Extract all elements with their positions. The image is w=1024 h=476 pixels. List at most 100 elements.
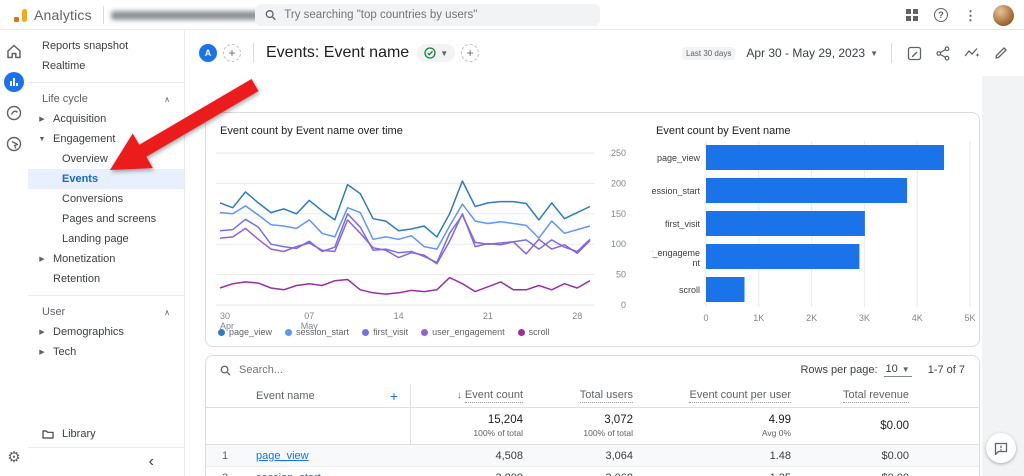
svg-text:session_start: session_start: [652, 186, 700, 196]
sidebar-item-acquisition[interactable]: ▶ Acquisition: [28, 109, 184, 129]
add-comparison-icon[interactable]: +: [223, 44, 241, 62]
sidebar-item-overview[interactable]: Overview: [28, 149, 184, 169]
table-search-row: Rows per page: 10 ▼ 1-7 of 7: [206, 356, 979, 384]
user-avatar[interactable]: [993, 4, 1014, 26]
svg-text:4K: 4K: [912, 313, 923, 323]
sidebar-item-reports-snapshot[interactable]: Reports snapshot: [28, 36, 184, 56]
legend-item[interactable]: first_visit: [362, 327, 408, 337]
table-totals-row: 15,204 100% of total 3,072 100% of total…: [206, 408, 979, 445]
dimension-check-pill[interactable]: ▼: [417, 44, 456, 62]
account-property-selector[interactable]: [110, 10, 261, 20]
expand-arrow-icon[interactable]: ▶: [38, 255, 46, 263]
sidebar-item-realtime[interactable]: Realtime: [28, 56, 184, 76]
explore-icon[interactable]: [3, 102, 25, 124]
report-toolbar: A + Events: Event name ▼ + Last 30 days …: [185, 30, 1024, 76]
svg-text:first_visit: first_visit: [665, 219, 701, 229]
toolbar-right: Last 30 days Apr 30 - May 29, 2023 ▼: [681, 43, 1010, 63]
cell-event-count: 3,809: [495, 472, 523, 476]
collapse-nav-icon[interactable]: ‹: [149, 454, 154, 470]
nav-bottom: Library ‹: [28, 421, 184, 476]
legend-item[interactable]: user_engagement: [421, 327, 505, 337]
rows-per-page-label: Rows per page:: [800, 364, 878, 376]
legend-item[interactable]: session_start: [285, 327, 349, 337]
section-life-cycle[interactable]: Life cycle ∧: [28, 89, 184, 109]
charts-card: Event count by Event name over time 0 50 1…: [205, 112, 980, 347]
brand-name: Analytics: [34, 7, 92, 23]
sidebar-item-monetization[interactable]: ▶ Monetization: [28, 249, 184, 269]
comparison-chip-all-users[interactable]: A: [199, 44, 217, 62]
sidebar-item-pages-and-screens[interactable]: Pages and screens: [28, 209, 184, 229]
check-circle-icon: [424, 47, 436, 59]
reports-icon-active[interactable]: [3, 71, 25, 93]
totals-event-count: 15,204 100% of total: [473, 414, 523, 438]
date-range-picker[interactable]: Apr 30 - May 29, 2023 ▼: [746, 46, 878, 60]
toolbar-divider: [253, 43, 254, 63]
share-icon[interactable]: [934, 44, 952, 62]
column-header-event-name[interactable]: Event name +: [206, 384, 411, 407]
collapse-arrow-icon[interactable]: ▼: [38, 136, 46, 143]
sidebar-item-demographics[interactable]: ▶ Demographics: [28, 322, 184, 342]
sort-desc-icon: ↓: [456, 390, 462, 401]
sidebar-item-retention[interactable]: Retention: [28, 269, 184, 289]
global-search-input[interactable]: [284, 9, 590, 21]
global-search[interactable]: [255, 4, 600, 26]
column-header-total-revenue[interactable]: Total revenue: [842, 389, 909, 403]
feedback-bubble-icon: [994, 442, 1008, 455]
event-name-link[interactable]: session_start: [256, 472, 321, 476]
svg-text:nt: nt: [692, 258, 700, 268]
row-index: 2: [206, 472, 242, 476]
sidebar-item-library[interactable]: Library: [28, 421, 184, 447]
sidebar-item-events[interactable]: Events: [28, 169, 184, 189]
add-column-icon[interactable]: +: [390, 388, 398, 404]
cell-per-user: 1.25: [770, 472, 791, 476]
column-header-event-count[interactable]: ↓ Event count: [457, 389, 523, 403]
svg-text:50: 50: [616, 270, 626, 280]
column-header-event-count-per-user[interactable]: Event count per user: [689, 389, 791, 403]
chevron-down-icon: ▼: [440, 48, 449, 58]
pagination-range: 1-7 of 7: [927, 364, 965, 376]
more-options-icon[interactable]: ⋮: [964, 9, 977, 22]
insights-icon[interactable]: [963, 44, 981, 62]
search-icon: [265, 10, 276, 21]
feedback-button[interactable]: [986, 433, 1016, 463]
expand-arrow-icon[interactable]: ▶: [38, 348, 46, 356]
legend-dot-icon: [362, 328, 370, 336]
sidebar-item-engagement[interactable]: ▼ Engagement: [28, 129, 184, 149]
add-dimension-icon[interactable]: +: [461, 44, 480, 62]
main-content: A + Events: Event name ▼ + Last 30 days …: [185, 30, 1024, 476]
toolbar-divider: [891, 43, 892, 63]
edit-report-icon[interactable]: [992, 44, 1010, 62]
table-search-input[interactable]: [239, 364, 399, 376]
report-title: Events: Event name: [266, 44, 410, 61]
svg-text:0: 0: [703, 313, 708, 323]
line-chart: 05010015020025030Apr07May14 21 28: [216, 148, 626, 331]
sidebar-item-tech[interactable]: ▶ Tech: [28, 342, 184, 362]
collapse-section-icon[interactable]: ∧: [164, 95, 170, 104]
svg-text:30: 30: [220, 311, 230, 321]
event-name-link[interactable]: page_view: [256, 450, 309, 462]
cell-per-user: 1.48: [769, 449, 791, 462]
sidebar-item-conversions[interactable]: Conversions: [28, 189, 184, 209]
svg-text:14: 14: [394, 311, 404, 321]
help-icon[interactable]: ?: [934, 8, 948, 22]
admin-gear-icon[interactable]: ⚙: [7, 448, 20, 466]
svg-text:100: 100: [611, 239, 626, 249]
totals-per-user: 4.99 Avg 0%: [761, 414, 791, 438]
section-user[interactable]: User ∧: [28, 302, 184, 322]
edit-comparisons-icon[interactable]: [905, 44, 923, 62]
apps-grid-icon[interactable]: [906, 9, 918, 21]
nav-divider: [28, 295, 184, 296]
column-header-total-users[interactable]: Total users: [579, 389, 633, 403]
collapse-section-icon[interactable]: ∧: [164, 308, 170, 317]
home-icon[interactable]: [3, 40, 25, 62]
legend-item[interactable]: page_view: [218, 327, 272, 337]
advertising-icon[interactable]: [3, 133, 25, 155]
expand-arrow-icon[interactable]: ▶: [38, 115, 46, 123]
chart-legend: page_view session_start first_visit user…: [218, 327, 550, 337]
totals-total-users: 3,072 100% of total: [583, 414, 633, 438]
expand-arrow-icon[interactable]: ▶: [38, 328, 46, 336]
bar-chart-title: Event count by Event name: [656, 125, 791, 137]
rows-per-page-select[interactable]: 10 ▼: [883, 363, 912, 377]
legend-item[interactable]: scroll: [517, 327, 550, 337]
sidebar-item-landing-page[interactable]: Landing page: [28, 229, 184, 249]
